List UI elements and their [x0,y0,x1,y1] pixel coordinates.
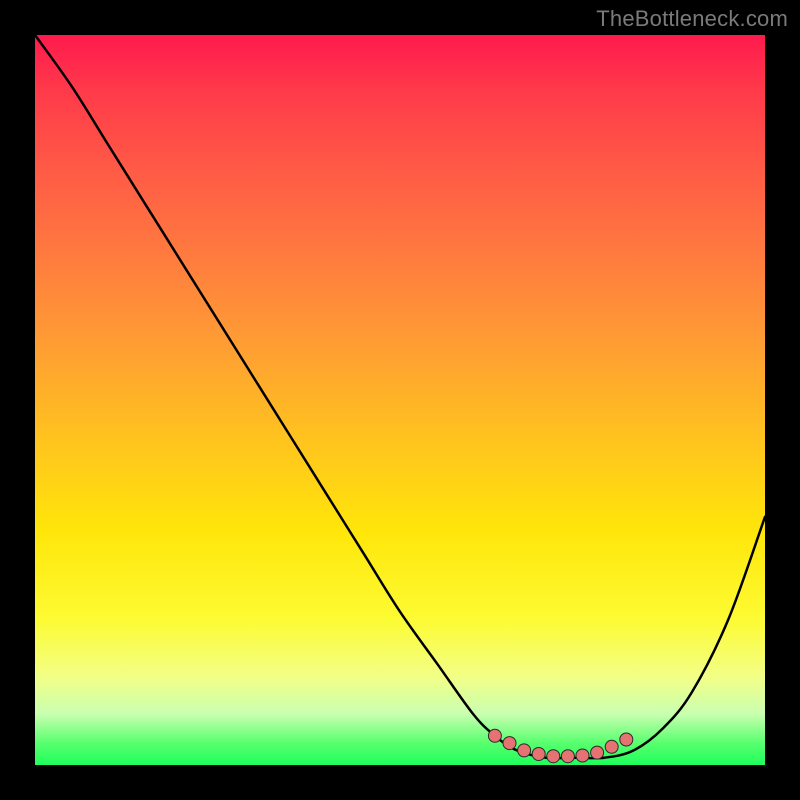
optimal-dot [547,750,560,763]
optimal-dot [605,740,618,753]
optimal-dot [518,744,531,757]
watermark-text: TheBottleneck.com [596,6,788,32]
curve-svg [35,35,765,765]
optimal-dot [488,729,501,742]
bottleneck-curve [35,35,765,758]
optimal-dot [620,733,633,746]
optimal-dot [591,746,604,759]
optimal-dot [532,748,545,761]
optimal-dot [576,749,589,762]
optimal-dot [561,750,574,763]
chart-frame: TheBottleneck.com [0,0,800,800]
optimal-dot [503,737,516,750]
plot-area [35,35,765,765]
